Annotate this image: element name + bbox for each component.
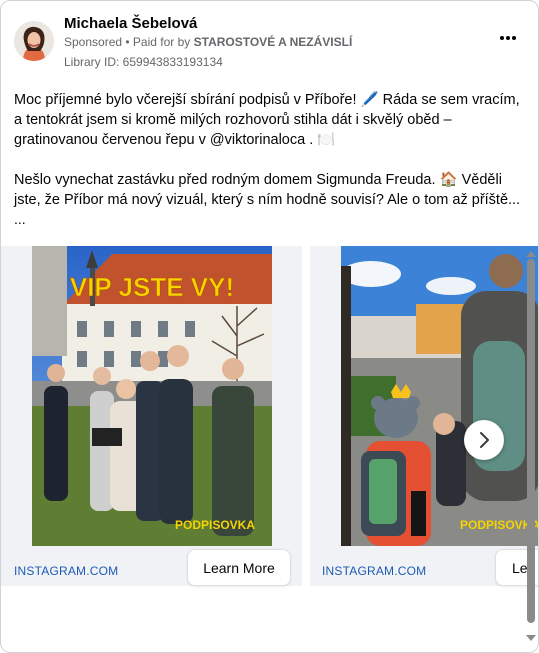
- scroll-up-icon[interactable]: [526, 251, 536, 257]
- more-horizontal-icon: [512, 36, 516, 40]
- post-paragraph: Moc příjemné bylo včerejší sbírání podpi…: [14, 92, 520, 148]
- card-link[interactable]: INSTAGRAM.COM: [14, 564, 118, 578]
- sponsored-line: Sponsored • Paid for by STAROSTOVÉ A NEZ…: [64, 35, 352, 49]
- more-horizontal-icon: [500, 36, 504, 40]
- carousel-card[interactable]: VIP JSTE VY! PODPISOVKA INSTAGRAM.COM Le…: [1, 246, 302, 586]
- overlay-title: VIP JSTE VY!: [70, 272, 234, 302]
- ad-carousel: VIP JSTE VY! PODPISOVKA INSTAGRAM.COM Le…: [1, 246, 538, 591]
- post-paragraph: Nešlo vynechat zastávku před rodným dome…: [14, 172, 521, 208]
- learn-more-button[interactable]: Learn More: [187, 549, 291, 586]
- sponsor-name[interactable]: STAROSTOVÉ A NEZÁVISLÍ: [194, 35, 353, 49]
- sponsored-label: Sponsored: [64, 35, 123, 49]
- scrollbar[interactable]: [525, 251, 537, 641]
- more-horizontal-icon: [506, 36, 510, 40]
- chevron-right-icon: [480, 432, 489, 448]
- author-avatar[interactable]: [14, 21, 54, 61]
- scrollbar-thumb[interactable]: [527, 259, 535, 623]
- scroll-down-icon[interactable]: [526, 635, 536, 641]
- paid-for-label: • Paid for by: [122, 35, 194, 49]
- more-options-button[interactable]: [497, 31, 519, 45]
- carousel-image[interactable]: PODPISOVKA: [341, 246, 538, 546]
- card-link[interactable]: INSTAGRAM.COM: [322, 564, 426, 578]
- author-name[interactable]: Michaela Šebelová: [64, 15, 197, 32]
- carousel-card[interactable]: PODPISOVKA INSTAGRAM.COM Le: [310, 246, 538, 586]
- post-body: Moc příjemné bylo včerejší sbírání podpi…: [14, 90, 524, 210]
- overlay-caption: PODPISOVKA: [175, 518, 255, 532]
- see-more-ellipsis[interactable]: ...: [14, 211, 26, 227]
- carousel-next-button[interactable]: [464, 420, 504, 460]
- library-id: Library ID: 659943833193134: [64, 55, 223, 69]
- carousel-image[interactable]: VIP JSTE VY! PODPISOVKA: [32, 246, 272, 546]
- ad-post-card: Michaela Šebelová Sponsored • Paid for b…: [0, 0, 539, 653]
